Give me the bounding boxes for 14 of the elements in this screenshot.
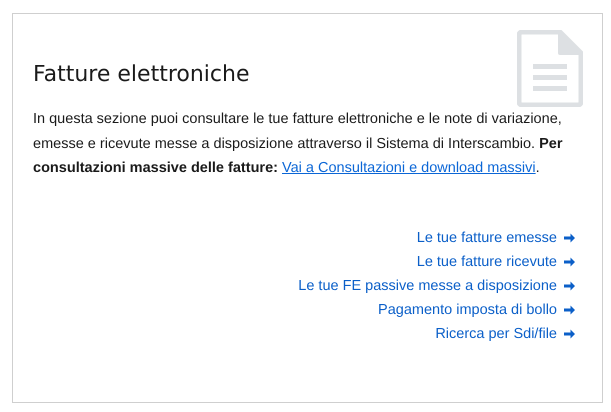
arrow-right-icon (563, 256, 576, 268)
arrow-right-icon (563, 280, 576, 292)
download-link[interactable]: Vai a Consultazioni e download massivi (282, 160, 536, 176)
nav-link[interactable]: Le tue FE passive messe a disposizione (298, 276, 576, 296)
description-text: In questa sezione puoi consultare le tue fatture elettroniche e le note di variazione, emesse e ricevute messe a disposizione attraverso il Sistema di Interscambio. Per consultazioni massive delle fatture: Vai a Consultazioni e download massivi. (33, 110, 564, 178)
card-title: Fatture elettroniche (33, 62, 250, 87)
nav-link[interactable]: Pagamento imposta di bollo (378, 300, 576, 320)
nav-link[interactable]: Ricerca per Sdi/file (435, 324, 576, 344)
nav-link[interactable]: Le tue fatture ricevute (416, 252, 576, 272)
document-icon (517, 30, 583, 107)
arrow-right-icon (563, 304, 576, 316)
arrow-right-icon (563, 328, 576, 340)
arrow-right-icon (563, 232, 576, 244)
nav-link[interactable]: Le tue fatture emesse (416, 228, 576, 248)
